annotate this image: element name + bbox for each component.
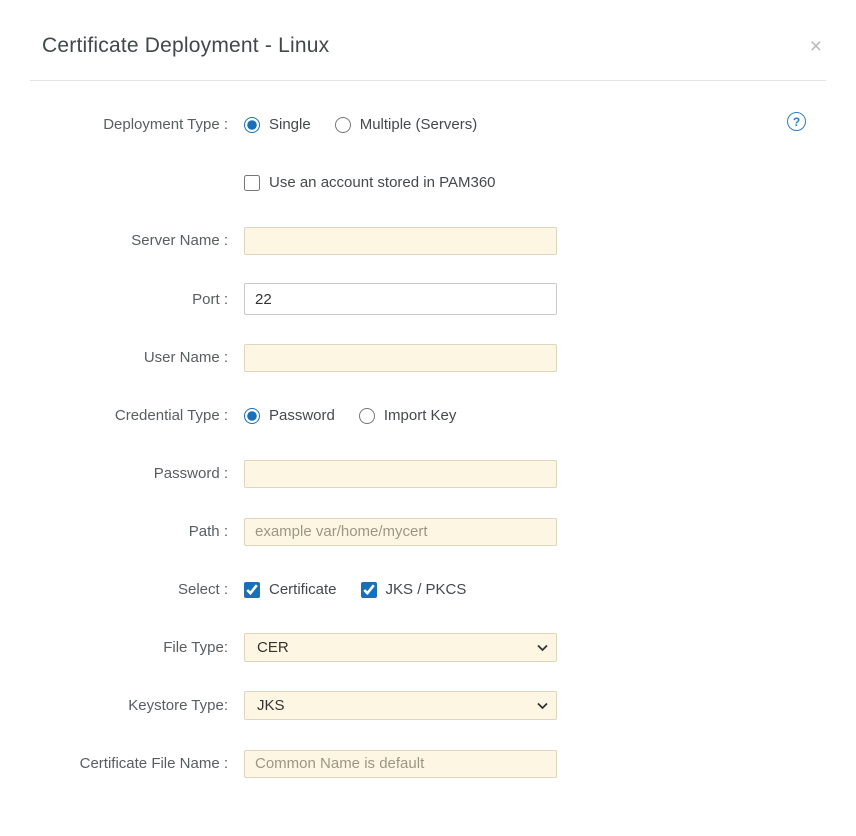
file-type-select[interactable]: CER — [244, 633, 557, 662]
port-label: Port : — [0, 291, 228, 308]
form-row-server-name: Server Name : — [0, 225, 856, 256]
server-name-control — [244, 227, 557, 255]
credential-type-label: Credential Type : — [0, 407, 228, 424]
select-jks-pkcs-checkbox[interactable] — [361, 582, 377, 598]
deployment-type-single-radio[interactable] — [244, 117, 260, 133]
server-name-input[interactable] — [244, 227, 557, 255]
credential-type-importkey-option[interactable]: Import Key — [359, 407, 457, 424]
select-options: Certificate JKS / PKCS — [244, 581, 490, 598]
credential-type-importkey-label: Import Key — [384, 407, 457, 424]
form-row-keystore-type: Keystore Type: JKS — [0, 690, 856, 721]
form-row-path: Path : — [0, 516, 856, 547]
password-label: Password : — [0, 465, 228, 482]
deployment-form: Deployment Type : Single Multiple (Serve… — [0, 81, 856, 779]
deployment-type-label: Deployment Type : — [0, 116, 228, 133]
port-control — [244, 283, 557, 315]
select-label: Select : — [0, 581, 228, 598]
keystore-type-select-wrap: JKS — [244, 691, 557, 720]
password-control — [244, 460, 557, 488]
select-jks-pkcs-option[interactable]: JKS / PKCS — [361, 581, 467, 598]
close-icon[interactable]: × — [810, 36, 822, 57]
file-type-select-wrap: CER — [244, 633, 557, 662]
credential-type-password-label: Password — [269, 407, 335, 424]
port-input[interactable] — [244, 283, 557, 315]
deployment-type-single-label: Single — [269, 116, 311, 133]
form-row-pam-account: Use an account stored in PAM360 — [0, 167, 856, 198]
select-jks-pkcs-label: JKS / PKCS — [386, 581, 467, 598]
form-row-select: Select : Certificate JKS / PKCS — [0, 574, 856, 605]
path-input[interactable] — [244, 518, 557, 546]
select-certificate-checkbox[interactable] — [244, 582, 260, 598]
form-row-certificate-file-name: Certificate File Name : — [0, 748, 856, 779]
file-type-control: CER — [244, 633, 557, 662]
deployment-type-options: Single Multiple (Servers) — [244, 116, 501, 133]
certificate-deployment-dialog: Certificate Deployment - Linux × Deploym… — [0, 0, 856, 836]
pam-account-checkbox[interactable] — [244, 175, 260, 191]
pam-account-label: Use an account stored in PAM360 — [269, 174, 496, 191]
keystore-type-label: Keystore Type: — [0, 697, 228, 714]
certificate-file-name-label: Certificate File Name : — [0, 755, 228, 772]
pam-account-control: Use an account stored in PAM360 — [244, 174, 520, 191]
user-name-input[interactable] — [244, 344, 557, 372]
form-row-credential-type: Credential Type : Password Import Key — [0, 400, 856, 431]
deployment-type-single-option[interactable]: Single — [244, 116, 311, 133]
form-row-user-name: User Name : — [0, 342, 856, 373]
deployment-type-multiple-radio[interactable] — [335, 117, 351, 133]
select-certificate-option[interactable]: Certificate — [244, 581, 337, 598]
server-name-label: Server Name : — [0, 232, 228, 249]
select-certificate-label: Certificate — [269, 581, 337, 598]
file-type-label: File Type: — [0, 639, 228, 656]
keystore-type-select[interactable]: JKS — [244, 691, 557, 720]
certificate-file-name-input[interactable] — [244, 750, 557, 778]
user-name-control — [244, 344, 557, 372]
password-input[interactable] — [244, 460, 557, 488]
form-row-file-type: File Type: CER — [0, 632, 856, 663]
form-row-deployment-type: Deployment Type : Single Multiple (Serve… — [0, 109, 856, 140]
credential-type-password-radio[interactable] — [244, 408, 260, 424]
form-row-port: Port : — [0, 283, 856, 315]
form-row-password: Password : — [0, 458, 856, 489]
path-label: Path : — [0, 523, 228, 540]
keystore-type-control: JKS — [244, 691, 557, 720]
deployment-type-multiple-label: Multiple (Servers) — [360, 116, 478, 133]
credential-type-password-option[interactable]: Password — [244, 407, 335, 424]
deployment-type-multiple-option[interactable]: Multiple (Servers) — [335, 116, 478, 133]
credential-type-options: Password Import Key — [244, 407, 480, 424]
certificate-file-name-control — [244, 750, 557, 778]
help-icon[interactable]: ? — [787, 112, 806, 131]
pam-account-option[interactable]: Use an account stored in PAM360 — [244, 174, 496, 191]
user-name-label: User Name : — [0, 349, 228, 366]
path-control — [244, 518, 557, 546]
dialog-header: Certificate Deployment - Linux × — [0, 0, 856, 80]
dialog-title: Certificate Deployment - Linux — [42, 34, 329, 58]
credential-type-importkey-radio[interactable] — [359, 408, 375, 424]
